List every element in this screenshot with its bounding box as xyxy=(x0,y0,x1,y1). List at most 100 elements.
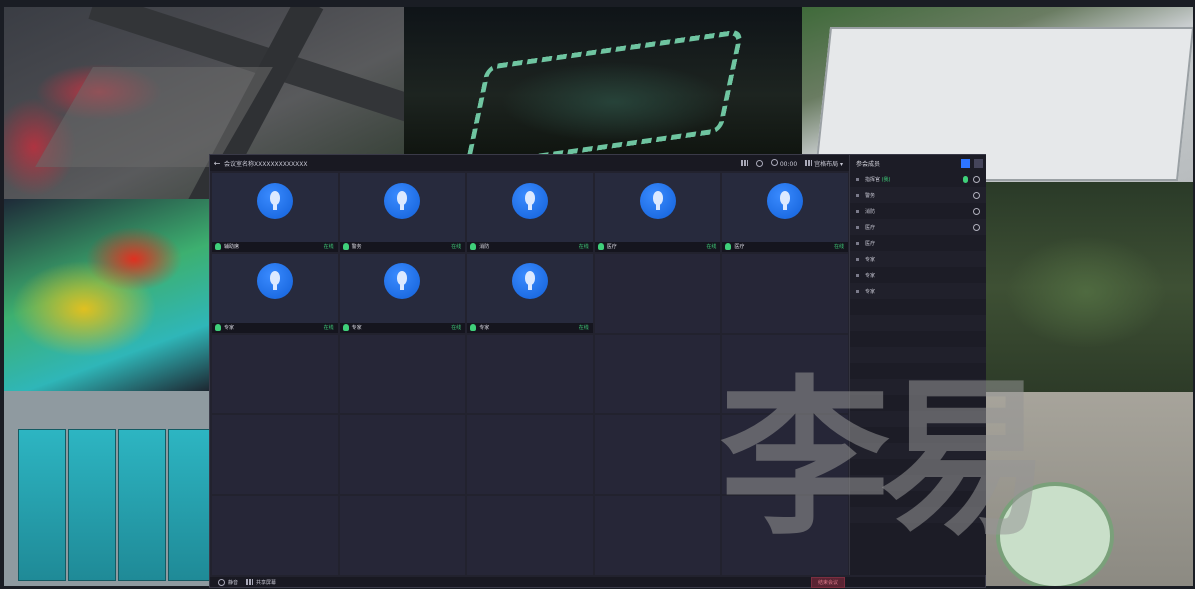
member-row[interactable]: 指挥官 (我) xyxy=(850,171,986,187)
video-tile[interactable]: 辅助席 在线 xyxy=(212,173,338,252)
tile-name: 医疗 xyxy=(734,244,745,251)
aerial-park-scene xyxy=(986,182,1193,392)
user-avatar-icon xyxy=(256,263,293,300)
mic-on-icon[interactable] xyxy=(963,175,968,183)
mic-on-icon xyxy=(215,324,221,332)
empty-video-slot xyxy=(594,496,721,575)
back-arrow-icon[interactable]: ← xyxy=(210,159,224,168)
empty-video-slot xyxy=(594,334,721,414)
member-dot-icon xyxy=(856,289,859,293)
member-row[interactable]: 专家 xyxy=(850,283,986,299)
add-member-button[interactable] xyxy=(961,158,970,168)
mute-label: 静音 xyxy=(228,579,239,586)
video-tile[interactable]: 医疗 在线 xyxy=(722,173,848,252)
member-info-icon[interactable] xyxy=(973,175,980,183)
panel-empty-row xyxy=(850,379,986,395)
member-row[interactable]: 警务 xyxy=(850,187,986,203)
panel-empty-row xyxy=(850,347,986,363)
member-row[interactable]: 医疗 xyxy=(850,219,986,235)
perimeter-ring xyxy=(464,28,744,154)
tile-info-bar: 警务 在线 xyxy=(339,241,466,252)
control-bar: 静音 共享屏幕 结束会议 xyxy=(210,576,985,588)
member-row[interactable]: 医疗 xyxy=(850,235,986,251)
member-info-icon[interactable] xyxy=(973,207,980,215)
empty-video-slot xyxy=(339,496,466,575)
member-info-icon[interactable] xyxy=(973,223,980,231)
panel-header: 参会成员 xyxy=(850,155,986,171)
mic-on-icon xyxy=(470,243,477,251)
video-tile[interactable]: 消防 在线 xyxy=(467,173,593,252)
panel-empty-row xyxy=(850,315,986,331)
panel-empty-row xyxy=(850,363,986,379)
tile-name: 专家 xyxy=(479,325,490,332)
title-controls: 00:00 宫格布局 ▾ xyxy=(740,158,843,168)
panel-more-button[interactable] xyxy=(974,158,983,168)
empty-video-slot xyxy=(594,415,721,495)
panel-empty-row xyxy=(850,395,986,411)
night-city-scene xyxy=(404,7,802,154)
video-tile[interactable]: 医疗 在线 xyxy=(594,173,721,252)
video-tile[interactable]: 警务 在线 xyxy=(339,173,466,252)
empty-video-slot xyxy=(722,334,848,414)
grid-icon xyxy=(805,159,813,166)
mic-on-icon xyxy=(342,324,349,332)
meeting-title: 会议室名称XXXXXXXXXXXXX xyxy=(224,160,308,168)
panel-empty-row xyxy=(850,411,986,427)
tile-name: 医疗 xyxy=(606,244,617,251)
member-name: 专家 xyxy=(865,272,876,279)
panel-title: 参会成员 xyxy=(856,160,881,168)
member-dot-icon xyxy=(856,225,859,229)
member-dot-icon xyxy=(856,241,859,245)
panel-empty-row xyxy=(850,299,986,315)
empty-video-slot xyxy=(212,334,338,414)
tile-status: 在线 xyxy=(451,325,462,332)
tile-info-bar: 专家 在线 xyxy=(339,322,466,333)
panel-empty-row xyxy=(850,459,986,475)
tile-name: 专家 xyxy=(351,325,362,332)
clock-icon xyxy=(770,158,778,166)
share-screen-button[interactable]: 共享屏幕 xyxy=(246,579,276,586)
tile-name: 警务 xyxy=(351,244,362,251)
member-row[interactable]: 专家 xyxy=(850,267,986,283)
panel-empty-row xyxy=(850,475,986,491)
member-row[interactable]: 消防 xyxy=(850,203,986,219)
tile-info-bar: 专家 在线 xyxy=(212,322,338,333)
user-avatar-icon xyxy=(639,182,676,219)
member-info-icon[interactable] xyxy=(973,191,980,199)
tile-name: 辅助席 xyxy=(224,244,240,251)
tile-name: 消防 xyxy=(479,244,490,251)
mic-on-icon xyxy=(342,243,349,251)
panel-empty-row xyxy=(850,443,986,459)
layout-label: 宫格布局 xyxy=(814,160,839,168)
end-meeting-button[interactable]: 结束会议 xyxy=(810,576,845,588)
empty-video-slot xyxy=(339,334,466,414)
tile-info-bar: 专家 在线 xyxy=(467,322,593,333)
member-name: 医疗 xyxy=(865,240,876,247)
member-name: 警务 xyxy=(865,192,876,199)
panel-empty-row xyxy=(850,427,986,443)
tile-status: 在线 xyxy=(706,244,717,251)
tile-name: 专家 xyxy=(224,325,235,332)
share-label: 共享屏幕 xyxy=(256,579,277,586)
member-row[interactable]: 专家 xyxy=(850,251,986,267)
video-tile[interactable]: 专家 在线 xyxy=(467,253,593,333)
tile-info-bar: 医疗 在线 xyxy=(594,241,721,252)
video-tile[interactable]: 专家 在线 xyxy=(339,253,466,333)
heatmap-scene xyxy=(4,199,209,391)
video-tile[interactable]: 专家 在线 xyxy=(212,253,338,333)
member-name: 专家 xyxy=(865,288,876,295)
mute-button[interactable]: 静音 xyxy=(218,578,239,586)
tile-status: 在线 xyxy=(833,244,844,251)
cabinet xyxy=(68,429,116,581)
pipe xyxy=(996,482,1114,586)
timer: 00:00 xyxy=(770,158,797,168)
mic-on-icon xyxy=(215,243,221,251)
layout-switch[interactable]: 宫格布局 ▾ xyxy=(805,159,843,168)
info-icon[interactable] xyxy=(755,159,763,167)
user-avatar-icon xyxy=(256,182,293,219)
cabinet xyxy=(118,429,166,581)
cabinet xyxy=(18,429,66,581)
member-name: 指挥官 (我) xyxy=(865,176,963,183)
empty-video-slot xyxy=(722,496,848,575)
user-avatar-icon xyxy=(511,182,548,219)
